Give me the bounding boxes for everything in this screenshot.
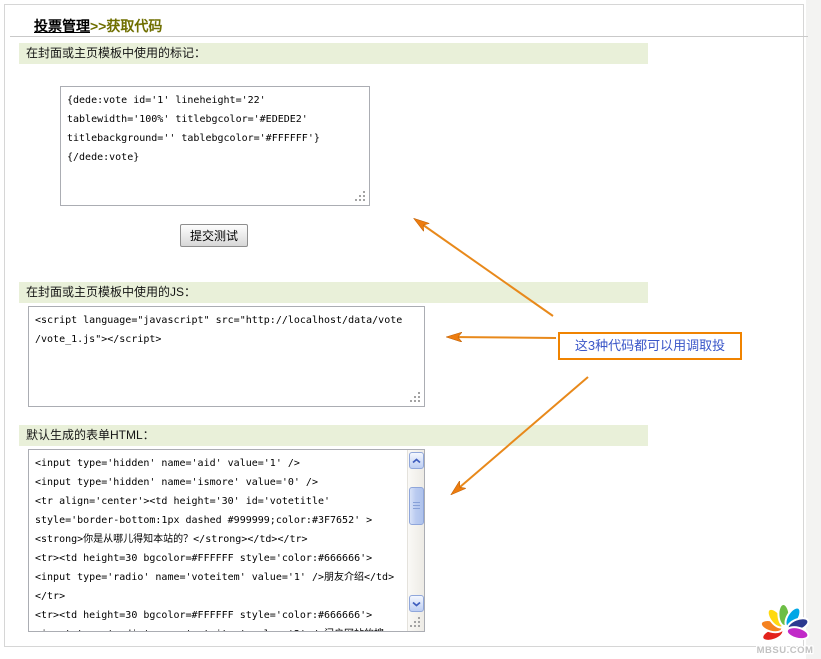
section-header-label: 在封面或主页模板中使用的标记： bbox=[26, 46, 206, 60]
annotation-text: 这3种代码都可以用调取投 bbox=[575, 338, 725, 353]
resize-grip-icon[interactable] bbox=[410, 617, 422, 629]
js-code-container: <script language="javascript" src="http:… bbox=[28, 306, 425, 407]
chevron-down-icon bbox=[412, 601, 421, 607]
section-header-js: 在封面或主页模板中使用的JS： bbox=[19, 282, 648, 303]
thumb-ridges-icon bbox=[413, 502, 420, 511]
scroll-down-button[interactable] bbox=[409, 595, 424, 612]
annotation-note: 这3种代码都可以用调取投 bbox=[558, 332, 742, 360]
section-header-form-html: 默认生成的表单HTML： bbox=[19, 425, 648, 446]
admin-panel: 投票管理>>获取代码 在封面或主页模板中使用的标记： {dede:vote id… bbox=[4, 4, 804, 647]
vertical-scrollbar[interactable] bbox=[407, 450, 424, 631]
watermark-text: MBSU.COM bbox=[757, 645, 814, 656]
mbsu-logo: MBSU.COM bbox=[748, 594, 821, 658]
submit-test-button[interactable]: 提交测试 bbox=[180, 224, 248, 247]
section-header-label: 在封面或主页模板中使用的JS： bbox=[26, 285, 196, 299]
page-title: 获取代码 bbox=[106, 18, 162, 34]
chevron-up-icon bbox=[412, 458, 421, 464]
template-tag-code-textarea[interactable]: {dede:vote id='1' lineheight='22' tablew… bbox=[60, 86, 370, 206]
js-code-textarea[interactable]: <script language="javascript" src="http:… bbox=[28, 306, 425, 407]
section-header-template-tag: 在封面或主页模板中使用的标记： bbox=[19, 43, 648, 64]
peacock-icon bbox=[759, 604, 810, 644]
form-html-code-textarea[interactable]: <input type='hidden' name='aid' value='1… bbox=[28, 449, 425, 632]
form-html-code-container: <input type='hidden' name='aid' value='1… bbox=[28, 449, 425, 632]
breadcrumb-separator: >> bbox=[90, 18, 106, 34]
scrollbar-thumb[interactable] bbox=[409, 487, 424, 525]
breadcrumb-vote-management-link[interactable]: 投票管理 bbox=[34, 18, 90, 34]
section-header-label: 默认生成的表单HTML： bbox=[26, 428, 155, 442]
page-right-gutter bbox=[806, 0, 821, 659]
breadcrumb: 投票管理>>获取代码 bbox=[10, 10, 808, 37]
scroll-up-button[interactable] bbox=[409, 452, 424, 469]
template-tag-code-container: {dede:vote id='1' lineheight='22' tablew… bbox=[60, 86, 370, 206]
resize-grip-icon[interactable] bbox=[355, 191, 367, 203]
resize-grip-icon[interactable] bbox=[410, 392, 422, 404]
